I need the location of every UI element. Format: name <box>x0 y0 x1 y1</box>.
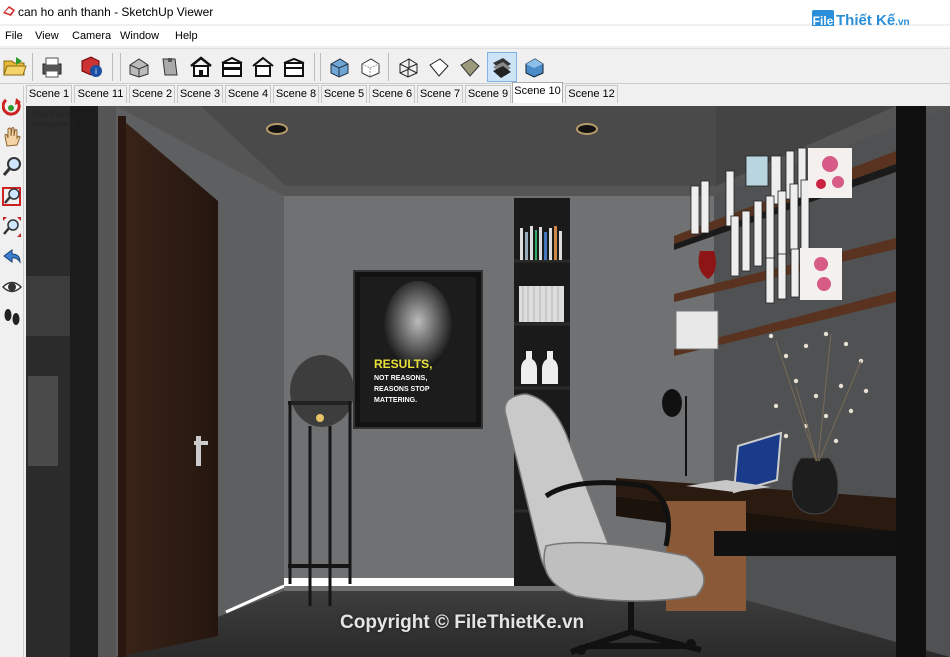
tab-scene-6[interactable]: Scene 6 <box>369 85 415 103</box>
camera-label-line-1: Two Point <box>32 109 70 119</box>
scene-tabs: Scene 1 Scene 11 Scene 2 Scene 3 Scene 4… <box>26 82 950 103</box>
back-edges-icon[interactable] <box>355 52 385 82</box>
toolbar-separator <box>320 53 321 81</box>
tab-scene-10[interactable]: Scene 10 <box>512 82 563 103</box>
poster-line-4: MATTERING. <box>374 397 417 404</box>
scene-render: RESULTS, NOT REASONS, REASONS STOP MATTE… <box>26 106 950 657</box>
zoom-window-icon[interactable] <box>1 184 23 210</box>
zoom-icon[interactable] <box>1 154 23 180</box>
top-view-icon[interactable] <box>155 52 185 82</box>
monochrome-icon[interactable] <box>519 52 549 82</box>
wireframe-icon[interactable] <box>393 52 423 82</box>
menu-window[interactable]: Window <box>120 30 159 42</box>
tab-scene-11[interactable]: Scene 11 <box>74 85 127 103</box>
poster-line-2: NOT REASONS, <box>374 375 427 382</box>
menu-help[interactable]: Help <box>175 30 198 42</box>
orbit-icon[interactable] <box>1 94 23 120</box>
shaded-textures-icon[interactable] <box>487 52 517 82</box>
tab-scene-3[interactable]: Scene 3 <box>177 85 223 103</box>
open-icon[interactable] <box>0 52 30 82</box>
sketchup-app-icon <box>3 6 15 16</box>
menu-camera[interactable]: Camera <box>72 30 111 42</box>
camera-toolbar <box>0 86 24 657</box>
iso-view-icon[interactable] <box>124 52 154 82</box>
tab-scene-7[interactable]: Scene 7 <box>417 85 463 103</box>
xray-icon[interactable] <box>324 52 354 82</box>
tab-scene-4[interactable]: Scene 4 <box>225 85 271 103</box>
right-view-icon[interactable] <box>217 52 247 82</box>
tab-scene-2[interactable]: Scene 2 <box>129 85 175 103</box>
previous-view-icon[interactable] <box>1 244 23 270</box>
copyright-watermark: Copyright © FileThietKe.vn <box>340 612 585 633</box>
zoom-extents-icon[interactable] <box>1 214 23 240</box>
poster-line-3: REASONS STOP <box>374 386 430 393</box>
tab-scene-12[interactable]: Scene 12 <box>565 85 618 103</box>
pan-icon[interactable] <box>1 124 23 150</box>
menu-file[interactable]: File <box>5 30 23 42</box>
sketchup-viewer-window: can ho anh thanh - SketchUp Viewer File … <box>0 0 950 657</box>
left-view-icon[interactable] <box>279 52 309 82</box>
hidden-line-icon[interactable] <box>424 52 454 82</box>
camera-label: Two Point Perspective <box>32 109 76 129</box>
toolbar-separator <box>120 53 121 81</box>
tab-scene-9[interactable]: Scene 9 <box>465 85 511 103</box>
title-bar: can ho anh thanh - SketchUp Viewer <box>0 0 950 24</box>
look-around-icon[interactable] <box>1 274 23 300</box>
svg-text:i: i <box>95 67 97 76</box>
poster-line-1: RESULTS, <box>374 357 432 371</box>
menu-view[interactable]: View <box>35 30 59 42</box>
back-view-icon[interactable] <box>248 52 278 82</box>
toolbar-separator <box>112 53 113 81</box>
menu-bar: File View Camera Window Help <box>0 26 950 46</box>
walk-icon[interactable] <box>1 304 23 330</box>
print-icon[interactable] <box>37 52 67 82</box>
toolbar-separator <box>314 53 315 81</box>
main-toolbar: i <box>0 48 950 84</box>
window-title: can ho anh thanh - SketchUp Viewer <box>18 5 214 19</box>
toolbar-separator <box>32 53 33 81</box>
toolbar-separator <box>388 53 389 81</box>
tab-scene-1[interactable]: Scene 1 <box>26 85 72 103</box>
front-view-icon[interactable] <box>186 52 216 82</box>
camera-label-line-2: Perspective <box>32 119 77 129</box>
3d-viewport[interactable]: RESULTS, NOT REASONS, REASONS STOP MATTE… <box>26 106 950 657</box>
shaded-icon[interactable] <box>455 52 485 82</box>
tab-scene-8[interactable]: Scene 8 <box>273 85 319 103</box>
model-info-icon[interactable]: i <box>77 52 107 82</box>
tab-scene-5[interactable]: Scene 5 <box>321 85 367 103</box>
